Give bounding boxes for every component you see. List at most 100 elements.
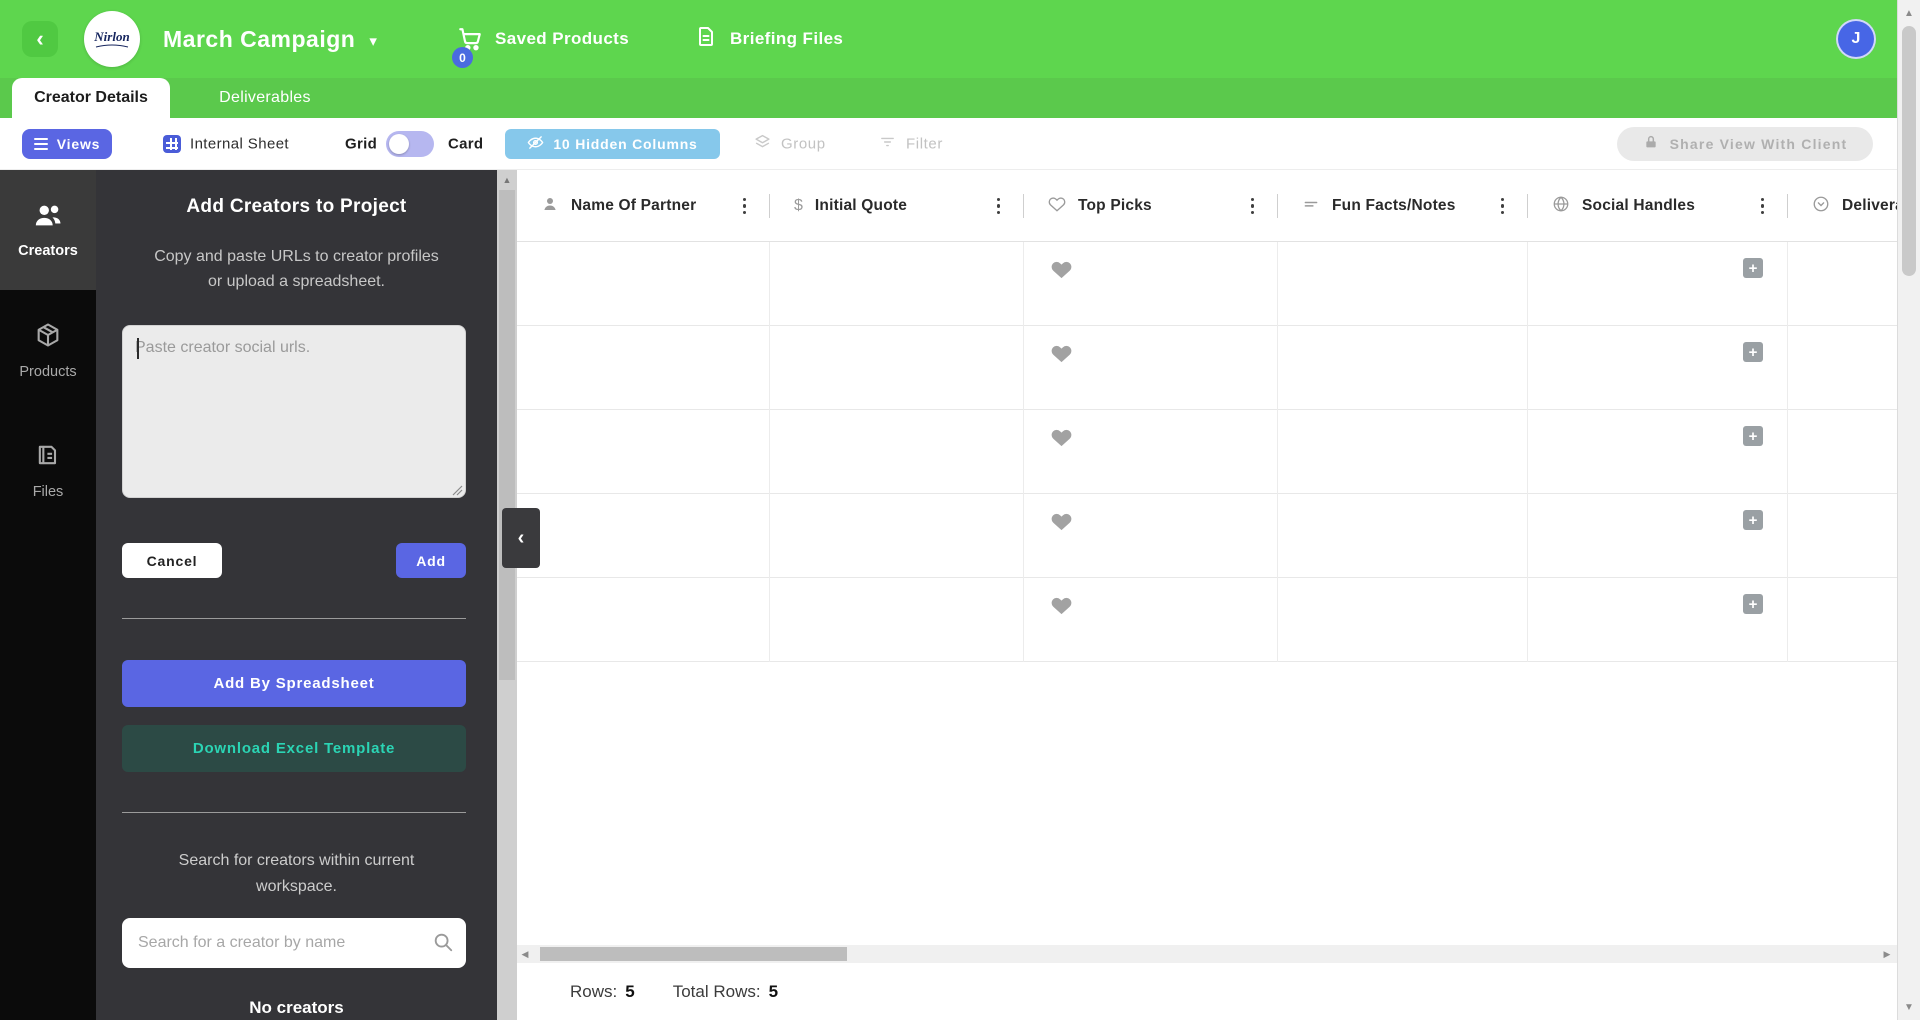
column-menu-button[interactable] — [739, 194, 751, 219]
share-view-button[interactable]: Share View With Client — [1617, 126, 1873, 161]
panel-scrollbar[interactable]: ▲ — [497, 170, 517, 1020]
table-row: + — [517, 410, 1897, 494]
table-row: + — [517, 242, 1897, 326]
table-cell[interactable] — [1278, 326, 1528, 410]
table-cell[interactable] — [770, 242, 1024, 326]
paste-urls-textarea[interactable] — [122, 325, 466, 498]
scrollbar-thumb[interactable] — [1902, 26, 1916, 276]
cancel-button[interactable]: Cancel — [122, 543, 222, 578]
table-cell[interactable]: + — [1528, 578, 1788, 662]
scrollbar-thumb[interactable] — [540, 947, 847, 961]
filter-label: Filter — [906, 135, 943, 152]
table-cell[interactable] — [517, 578, 770, 662]
grid-view-label: Grid — [345, 135, 378, 152]
saved-products-button[interactable]: 0 Saved Products — [452, 0, 629, 78]
add-social-handle-button[interactable]: + — [1743, 426, 1763, 446]
table-row: + — [517, 578, 1897, 662]
collapse-panel-button[interactable]: ‹ — [502, 508, 540, 568]
creator-search — [122, 918, 466, 968]
chevron-left-icon: ‹ — [517, 526, 525, 549]
scroll-left-arrow[interactable]: ◀ — [517, 945, 533, 963]
heart-icon[interactable] — [1050, 594, 1073, 622]
table-cell[interactable] — [770, 494, 1024, 578]
page-scrollbar[interactable]: ▲ ▼ — [1897, 0, 1920, 1020]
table-cell[interactable] — [1788, 578, 1897, 662]
rows-label: Rows: — [570, 981, 618, 1001]
sidebar-item-label: Products — [19, 363, 77, 380]
table-cell[interactable] — [1278, 578, 1528, 662]
scroll-up-arrow[interactable]: ▲ — [1898, 3, 1920, 23]
cart-icon: 0 — [452, 26, 483, 68]
table-cell[interactable] — [1278, 494, 1528, 578]
table-cell[interactable]: + — [1528, 410, 1788, 494]
total-rows-label: Total Rows: — [672, 981, 761, 1001]
scroll-right-arrow[interactable]: ▶ — [1879, 945, 1895, 963]
add-by-spreadsheet-button[interactable]: Add By Spreadsheet — [122, 660, 466, 707]
table-cell[interactable] — [1024, 494, 1278, 578]
add-social-handle-button[interactable]: + — [1743, 510, 1763, 530]
column-label: Name Of Partner — [571, 197, 697, 214]
add-button[interactable]: Add — [396, 543, 466, 578]
briefing-files-button[interactable]: Briefing Files — [694, 0, 843, 78]
column-menu-button[interactable] — [1247, 194, 1259, 219]
lock-icon — [1643, 134, 1659, 153]
filter-button[interactable]: Filter — [879, 133, 943, 154]
column-menu-button[interactable] — [1757, 194, 1769, 219]
table-row: + — [517, 326, 1897, 410]
heart-icon[interactable] — [1050, 510, 1073, 538]
table-cell[interactable] — [1788, 410, 1897, 494]
scroll-up-arrow[interactable]: ▲ — [497, 170, 517, 190]
campaign-title-dropdown[interactable]: March Campaign ▾ — [163, 0, 377, 78]
add-social-handle-button[interactable]: + — [1743, 342, 1763, 362]
table-cell[interactable] — [1788, 326, 1897, 410]
files-icon — [34, 441, 62, 474]
tab-deliverables[interactable]: Deliverables — [200, 78, 330, 118]
download-excel-template-button[interactable]: Download Excel Template — [122, 725, 466, 772]
table-cell[interactable] — [1024, 578, 1278, 662]
table-cell[interactable] — [1788, 494, 1897, 578]
toggle-knob — [389, 133, 409, 154]
table-cell[interactable] — [1278, 410, 1528, 494]
table-cell[interactable] — [1024, 410, 1278, 494]
add-social-handle-button[interactable]: + — [1743, 594, 1763, 614]
hidden-columns-button[interactable]: 10 Hidden Columns — [505, 128, 720, 159]
creator-search-input[interactable] — [122, 918, 466, 968]
back-button[interactable]: ‹ — [22, 21, 58, 57]
tab-bar: Creator Details Deliverables — [0, 78, 1897, 118]
table-cell[interactable]: + — [1528, 494, 1788, 578]
views-button[interactable]: Views — [22, 128, 112, 159]
heart-icon[interactable] — [1050, 258, 1073, 286]
table-cell[interactable] — [1788, 242, 1897, 326]
heart-icon[interactable] — [1050, 426, 1073, 454]
table-cell[interactable] — [1024, 242, 1278, 326]
table-cell[interactable] — [1024, 326, 1278, 410]
table-cell[interactable] — [770, 326, 1024, 410]
heart-icon — [1048, 195, 1066, 218]
heart-icon[interactable] — [1050, 342, 1073, 370]
sidebar-item-files[interactable]: Files — [0, 410, 96, 530]
column-menu-button[interactable] — [1497, 194, 1509, 219]
table-cell[interactable] — [770, 410, 1024, 494]
dollar-icon: $ — [794, 197, 803, 214]
add-social-handle-button[interactable]: + — [1743, 258, 1763, 278]
table-cell[interactable]: + — [1528, 242, 1788, 326]
table-cell[interactable] — [517, 494, 770, 578]
table-cell[interactable] — [517, 242, 770, 326]
table-cell[interactable] — [770, 578, 1024, 662]
sidebar-item-creators[interactable]: Creators — [0, 170, 96, 290]
table-cell[interactable]: + — [1528, 326, 1788, 410]
scroll-down-arrow[interactable]: ▼ — [1898, 997, 1920, 1017]
column-menu-button[interactable] — [993, 194, 1005, 219]
tab-creator-details[interactable]: Creator Details — [12, 78, 170, 118]
group-button[interactable]: Group — [754, 133, 826, 154]
scrollbar-thumb[interactable] — [499, 190, 515, 680]
grid-card-toggle[interactable] — [386, 130, 434, 157]
table-cell[interactable] — [517, 410, 770, 494]
user-avatar[interactable]: J — [1836, 19, 1876, 59]
horizontal-scrollbar[interactable]: ◀ ▶ — [517, 945, 1897, 963]
briefing-files-label: Briefing Files — [730, 29, 844, 48]
empty-state-text: No creators — [249, 998, 344, 1017]
table-cell[interactable] — [1278, 242, 1528, 326]
sidebar-item-products[interactable]: Products — [0, 290, 96, 410]
table-cell[interactable] — [517, 326, 770, 410]
